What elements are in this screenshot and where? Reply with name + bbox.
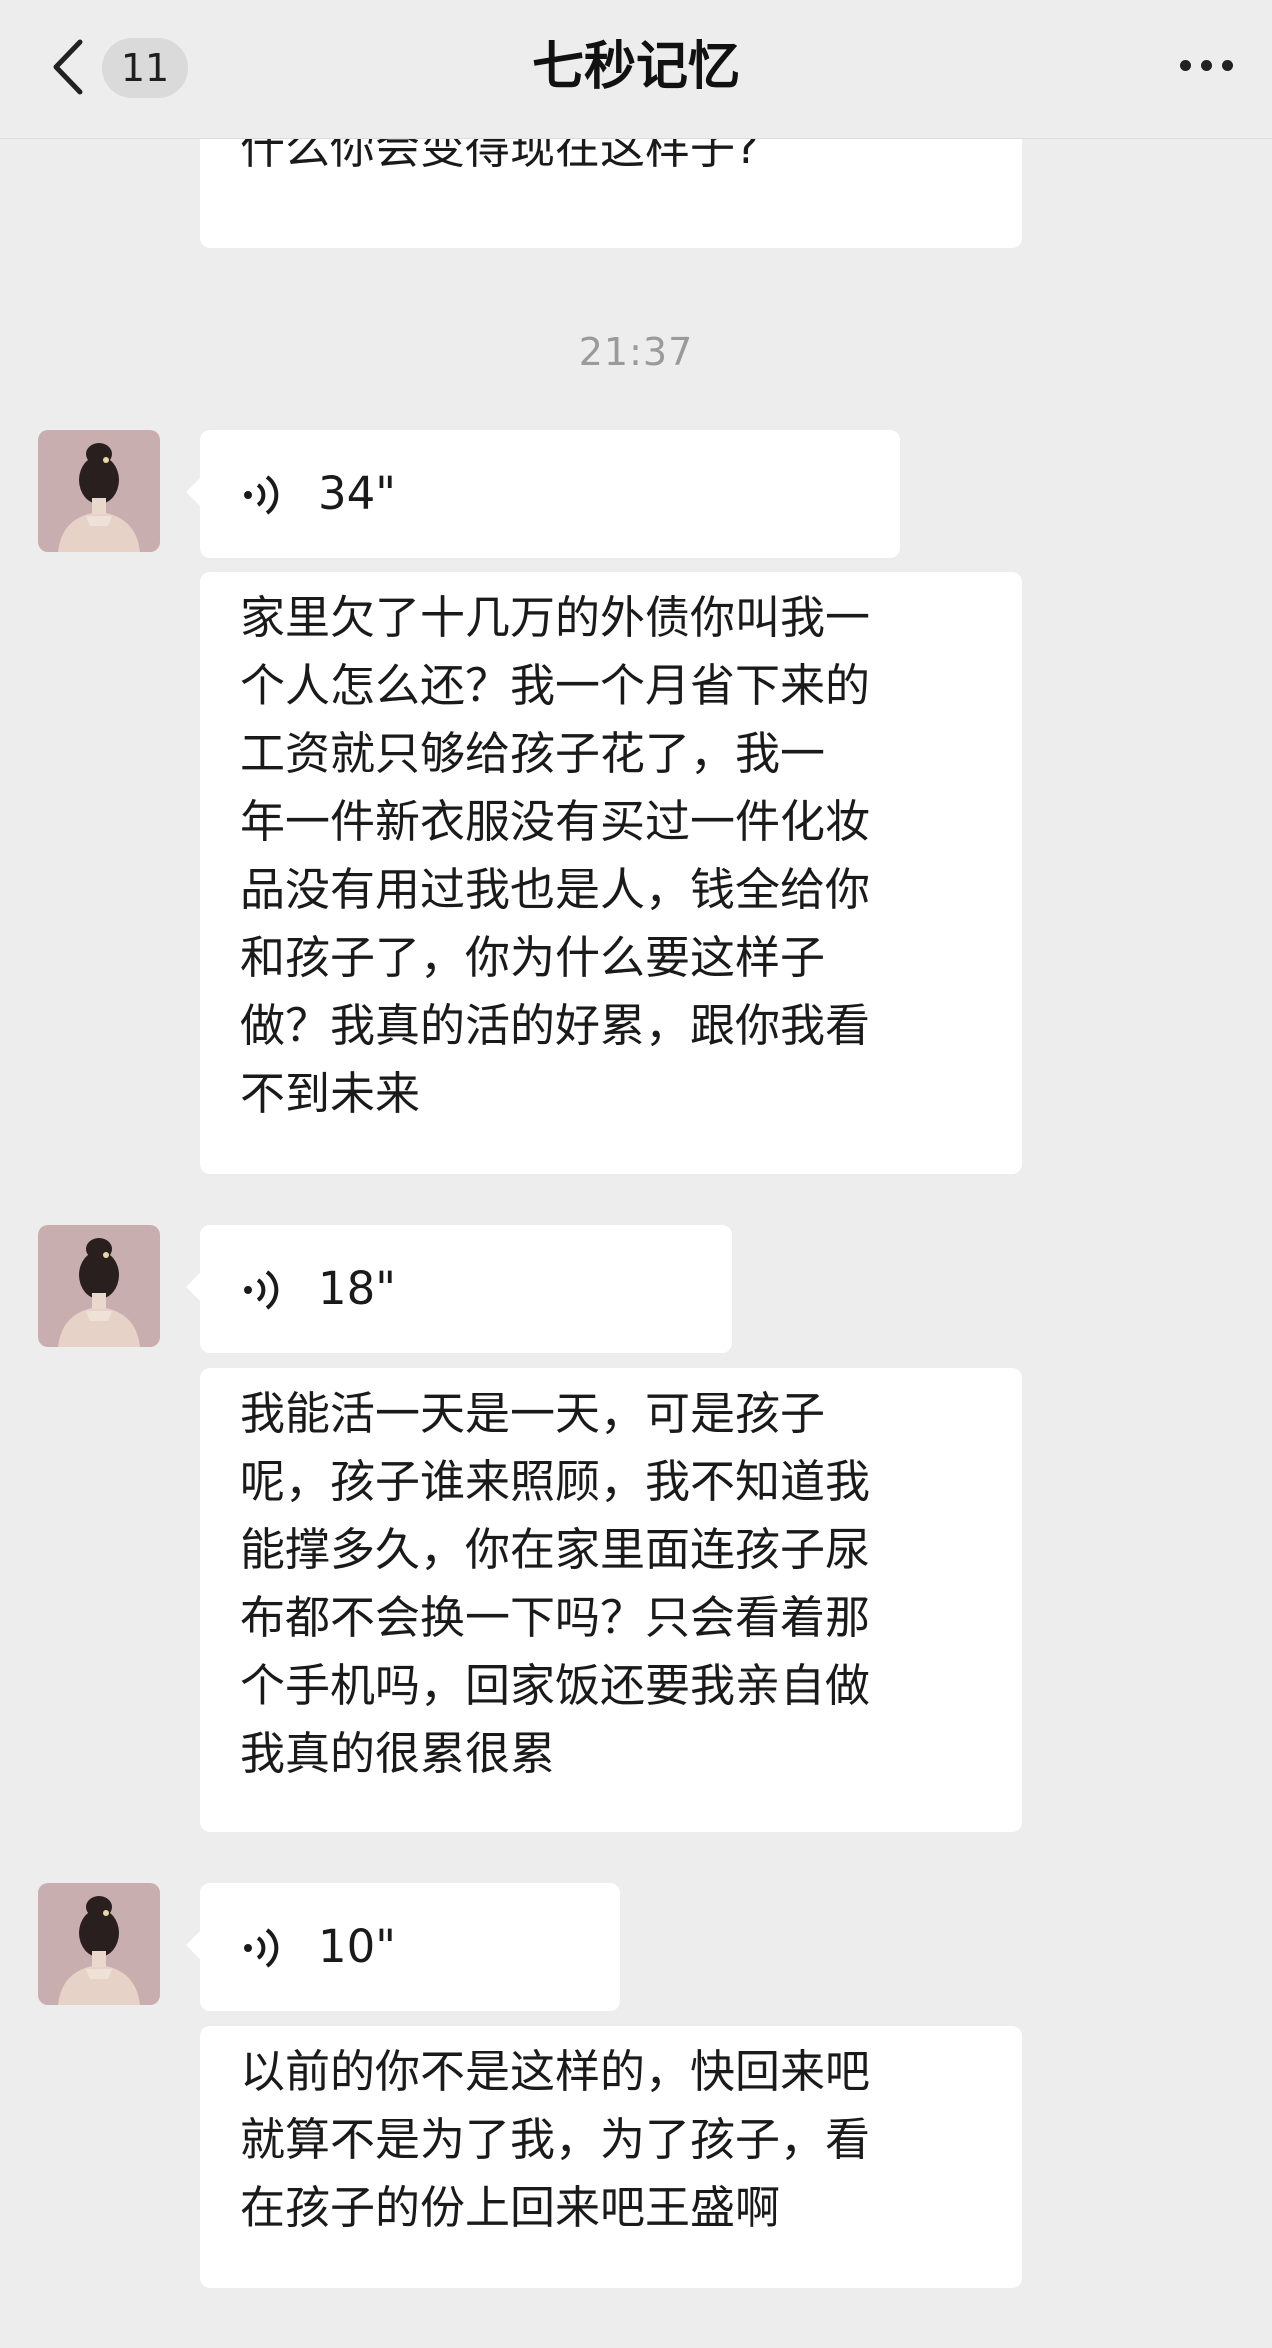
contact-avatar[interactable] [38,1225,160,1347]
voice-wave-icon [244,1928,279,1968]
message-bubble[interactable]: 以前的你不是这样的，快回来吧 就算不是为了我，为了孩子，看 在孩子的份上回来吧王… [200,2026,1022,2288]
voice-duration: 18" [318,1262,396,1315]
voice-duration: 10" [318,1920,396,1973]
avatar-image [38,430,160,552]
contact-avatar[interactable] [38,430,160,552]
message-line: 品没有用过我也是人，钱全给你 [240,863,871,916]
message-line: 个人怎么还？我一个月省下来的 [240,659,871,712]
chat-title: 七秒记忆 [531,37,740,97]
voice-message[interactable]: 18" [186,1225,732,1353]
message-line: 家里欠了十几万的外债你叫我一 [240,591,871,644]
message-line: 呢，孩子谁来照顾，我不知道我 [240,1455,871,1508]
avatar-image [38,1225,160,1347]
message-line: 以前的你不是这样的，快回来吧 [240,2045,871,2098]
message-line: 在孩子的份上回来吧王盛啊 [240,2181,781,2234]
message-line: 布都不会换一下吗？只会看着那 [240,1591,871,1644]
message-line: 我真的很累很累 [240,1727,556,1780]
voice-duration: 34" [318,467,396,520]
contact-avatar[interactable] [38,1883,160,2005]
message-bubble[interactable]: 家里欠了十几万的外债你叫我一 个人怎么还？我一个月省下来的 工资就只够给孩子花了… [200,572,1022,1174]
message-line: 就算不是为了我，为了孩子，看 [240,2113,871,2166]
voice-wave-icon [244,475,279,515]
message-line: 我能活一天是一天，可是孩子 [240,1387,826,1440]
message-timestamp: 21:37 [578,330,694,374]
message-line: 不到未来 [240,1067,421,1120]
message-line: 能撑多久，你在家里面连孩子尿 [240,1523,871,1576]
more-dots-icon[interactable] [1178,48,1236,84]
voice-wave-icon [244,1270,279,1310]
message-line: 和孩子了，你为什么要这样子 [240,931,826,984]
avatar-image [38,1883,160,2005]
message-bubble[interactable]: 我能活一天是一天，可是孩子 呢，孩子谁来照顾，我不知道我 能撑多久，你在家里面连… [200,1368,1022,1832]
message-line: 年一件新衣服没有买过一件化妆 [240,795,871,848]
message-line: 个手机吗，回家饭还要我亲自做 [240,1659,871,1712]
voice-message[interactable]: 34" [186,430,900,558]
chat-area[interactable]: 什么你会变得现在这样子? 21:37 34" 家里欠了十几万的外债你叫我一 个人… [0,0,1272,2348]
voice-message[interactable]: 10" [186,1883,620,2011]
message-line: 工资就只够给孩子花了，我一 [240,727,826,780]
chat-header: 11 七秒记忆 [0,0,1272,139]
message-line: 做？我真的活的好累，跟你我看 [240,999,871,1052]
